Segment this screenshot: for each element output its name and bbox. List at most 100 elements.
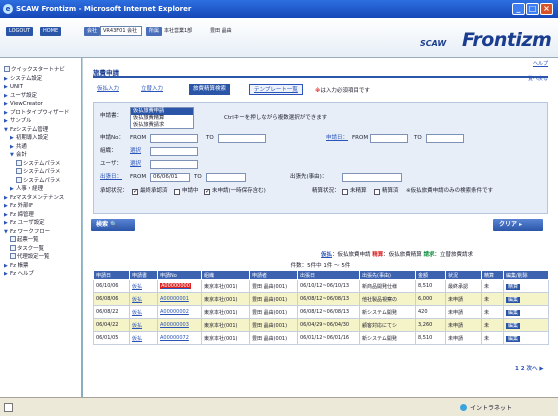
kind-option[interactable]: 仮払旅費精算	[131, 115, 193, 122]
sidebar-item[interactable]: ▶ ViewCreator	[4, 100, 81, 109]
document-number[interactable]: A00000001	[160, 296, 189, 302]
column-header[interactable]: 出張日	[297, 270, 360, 280]
table-cell[interactable]: 仮払	[129, 279, 158, 293]
sidebar-item[interactable]: ▶ プロトタイプウィザード	[4, 109, 81, 118]
sidebar-item[interactable]: ▼ Fzシステム管理	[4, 126, 81, 135]
maximize-button[interactable]: □	[526, 3, 539, 15]
sidebar-item[interactable]: ▶ Fz ユーザ設定	[4, 219, 81, 228]
column-header[interactable]: 状況	[445, 270, 482, 280]
clear-button[interactable]: クリア ▸	[493, 219, 543, 231]
table-cell[interactable]: 精算	[503, 279, 549, 293]
dept-select-link[interactable]: 選択	[130, 147, 141, 156]
column-header[interactable]: 精算	[481, 270, 504, 280]
search-button[interactable]: 検索 🔍	[91, 219, 135, 231]
column-header[interactable]: 申請者	[249, 270, 298, 280]
close-button[interactable]: ×	[540, 3, 553, 15]
back-to-list-link[interactable]: 一覧へ戻る	[523, 75, 548, 82]
sidebar-item[interactable]: ▶ Fz 外部IF	[4, 202, 81, 211]
settle-settled-checkbox[interactable]	[374, 189, 380, 195]
table-cell[interactable]: 仮払	[129, 292, 158, 306]
help-link[interactable]: ヘルプ	[533, 60, 548, 67]
pagination[interactable]: 1 2 次へ ▶	[515, 364, 544, 372]
page-icon	[4, 403, 13, 412]
kind-option[interactable]: 仮払旅費請求	[131, 122, 193, 129]
sidebar-item[interactable]: ▶ 共通	[4, 143, 81, 152]
user-input[interactable]	[150, 160, 198, 169]
no-to-input[interactable]	[218, 134, 266, 143]
sidebar-item[interactable]: ▶ UNIT	[4, 83, 81, 92]
edit-button[interactable]: 編集	[506, 335, 521, 342]
column-header[interactable]: 申請書	[129, 270, 158, 280]
document-number[interactable]: A00000072	[160, 335, 189, 341]
table-cell[interactable]: A00000003	[157, 318, 202, 332]
table-cell[interactable]: A00000001	[157, 292, 202, 306]
trip-date-label[interactable]: 出張日：	[100, 173, 122, 182]
sidebar-item[interactable]: ▶ 人事・経理	[4, 185, 81, 194]
table-cell[interactable]: A00000000	[157, 279, 202, 293]
dept-input[interactable]	[150, 147, 198, 156]
user-name: 豊田 晶由	[210, 28, 232, 34]
edit-button[interactable]: 精算	[506, 283, 521, 290]
sidebar-item[interactable]: ▶ サンプル	[4, 117, 81, 126]
column-header[interactable]: 編集/削除	[503, 270, 549, 280]
sidebar-item[interactable]: ▶ Fz 帳票	[4, 262, 81, 271]
edit-button[interactable]: 編集	[506, 309, 521, 316]
tab-reimburse-input[interactable]: 立替入力	[137, 84, 167, 95]
home-button[interactable]: HOME	[40, 27, 62, 36]
date-label[interactable]: 申請日：	[326, 134, 348, 143]
column-header[interactable]: 組織	[201, 270, 250, 280]
document-number[interactable]: A00000002	[160, 309, 189, 315]
sidebar-item[interactable]: 代理設定一覧	[4, 253, 81, 262]
sidebar-item[interactable]: 起票一覧	[4, 236, 81, 245]
edit-button[interactable]: 編集	[506, 296, 521, 303]
table-cell[interactable]: 仮払	[129, 305, 158, 319]
purpose-input[interactable]	[342, 173, 402, 182]
settle-unsettled-checkbox[interactable]	[342, 189, 348, 195]
status-approved-checkbox[interactable]	[132, 188, 138, 195]
status-pending-checkbox[interactable]	[174, 189, 180, 195]
no-from-input[interactable]	[150, 134, 198, 143]
sidebar-item[interactable]: タスク一覧	[4, 244, 81, 254]
edit-button[interactable]: 編集	[506, 322, 521, 329]
table-cell[interactable]: 編集	[503, 305, 549, 319]
kind-option[interactable]: 仮払旅費申請	[131, 108, 193, 115]
date-to-input[interactable]	[426, 134, 464, 143]
table-cell[interactable]: A00000002	[157, 305, 202, 319]
sidebar-item[interactable]: システムパラメ	[4, 159, 81, 169]
table-cell[interactable]: 編集	[503, 292, 549, 306]
sidebar-item[interactable]: ▶ Fzマスタメンテナンス	[4, 194, 81, 203]
tab-expense-search[interactable]: 旅費精算検索	[189, 84, 231, 95]
tab-template-list[interactable]: テンプレート一覧	[249, 84, 303, 95]
column-header[interactable]: 出張先(事由)	[359, 270, 416, 280]
document-number[interactable]: A00000003	[160, 322, 189, 328]
table-cell[interactable]: 編集	[503, 331, 549, 345]
sidebar-item[interactable]: ▶ Fz 締管理	[4, 211, 81, 220]
sidebar-item[interactable]: クイックスタートナビ	[4, 66, 81, 75]
logout-button[interactable]: LOGOUT	[6, 27, 34, 36]
status-unsubmitted-checkbox[interactable]	[204, 188, 210, 195]
sidebar-item[interactable]: ▼ Fz ワークフロー	[4, 228, 81, 237]
column-header[interactable]: 申請日	[93, 270, 130, 280]
trip-to-input[interactable]	[206, 173, 246, 182]
sidebar-item[interactable]: システムパラメ	[4, 176, 81, 186]
table-cell[interactable]: 編集	[503, 318, 549, 332]
sidebar-item[interactable]: ▶ 初期導入設定	[4, 134, 81, 143]
date-from-input[interactable]	[370, 134, 408, 143]
table-cell[interactable]: A00000072	[157, 331, 202, 345]
sidebar-item[interactable]: ▶ ユーザ設定	[4, 92, 81, 101]
column-header[interactable]: 金額	[415, 270, 446, 280]
document-kind-listbox[interactable]: 仮払旅費申請 仮払旅費精算 仮払旅費請求	[130, 107, 194, 129]
company-select[interactable]: VR43F01 会社	[100, 26, 142, 36]
trip-from-input[interactable]: 06/06/01	[150, 173, 190, 182]
sidebar-item[interactable]: システムパラメ	[4, 168, 81, 177]
table-cell[interactable]: 仮払	[129, 318, 158, 332]
table-cell[interactable]: 仮払	[129, 331, 158, 345]
sidebar-item[interactable]: ▶ Fz ヘルプ	[4, 270, 81, 279]
tab-advance-input[interactable]: 仮払入力	[93, 84, 123, 95]
document-number[interactable]: A00000000	[160, 283, 191, 289]
sidebar-item[interactable]: ▼ 会計	[4, 151, 81, 160]
column-header[interactable]: 申請No	[157, 270, 202, 280]
user-select-link[interactable]: 選択	[130, 160, 141, 169]
minimize-button[interactable]: _	[512, 3, 525, 15]
sidebar-item[interactable]: ▶ システム設定	[4, 75, 81, 84]
